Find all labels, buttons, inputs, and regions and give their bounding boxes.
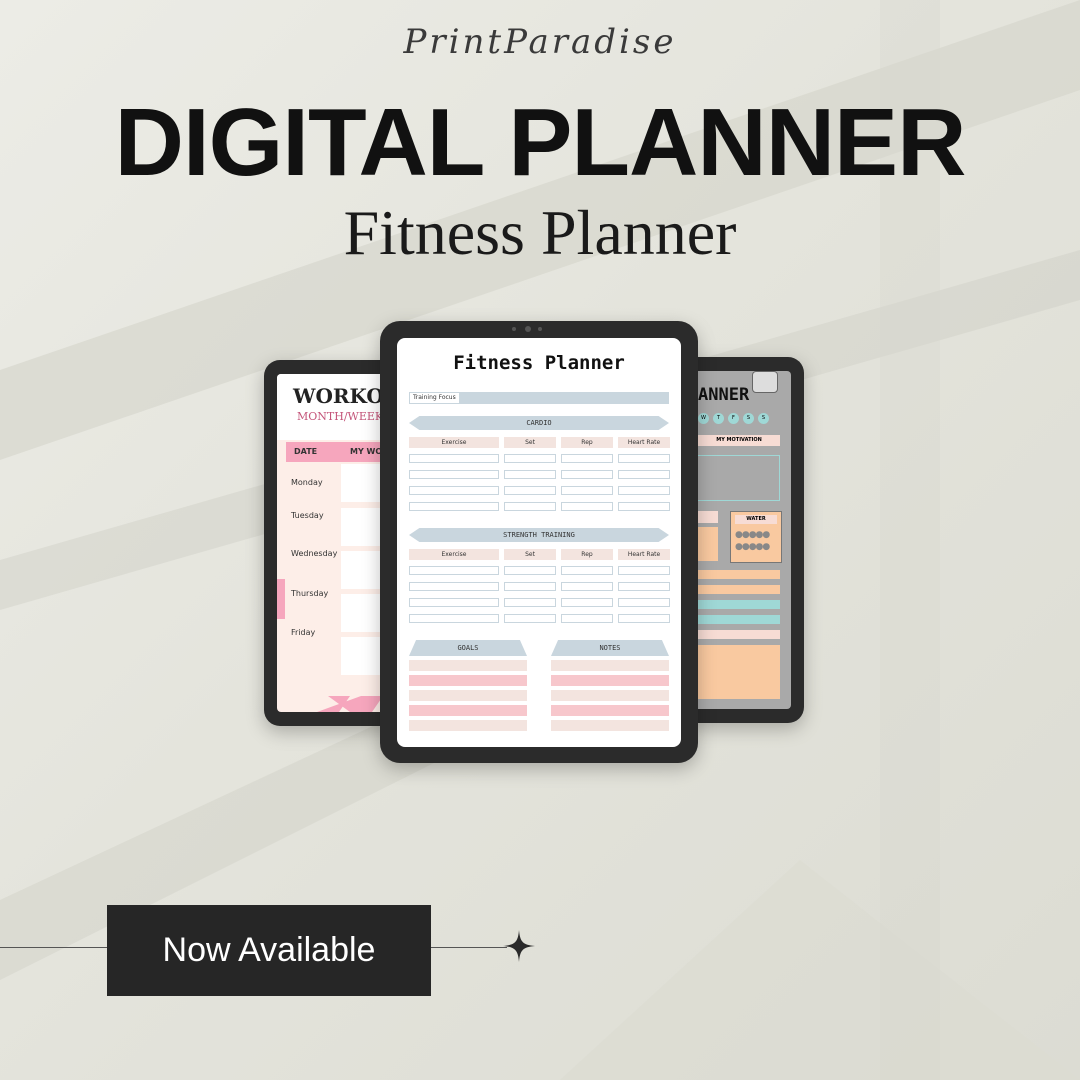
camera-dot xyxy=(538,327,542,331)
day-label: Friday xyxy=(291,628,316,637)
day-label: Thursday xyxy=(291,589,329,598)
goal-line[interactable] xyxy=(551,705,669,716)
goal-line[interactable] xyxy=(551,690,669,701)
water-drops-icon: ●●●●● xyxy=(735,530,770,540)
table-cell[interactable] xyxy=(504,454,556,463)
page-subtitle: Fitness Planner xyxy=(343,197,737,268)
weekday-row: W T F S S xyxy=(698,413,788,425)
table-cell[interactable] xyxy=(409,566,499,575)
table-cell[interactable] xyxy=(409,598,499,607)
col-header: Set xyxy=(504,437,556,448)
table-cell[interactable] xyxy=(504,502,556,511)
col-header: Rep xyxy=(561,549,613,560)
table-cell[interactable] xyxy=(504,582,556,591)
fitness-screen: Fitness Planner Training Focus CARDIO Ex… xyxy=(397,338,681,747)
goal-line[interactable] xyxy=(551,675,669,686)
water-label: WATER xyxy=(735,515,777,524)
col-header: Exercise xyxy=(409,437,499,448)
table-cell[interactable] xyxy=(504,566,556,575)
page-title: DIGITAL PLANNER xyxy=(114,89,967,196)
table-cell[interactable] xyxy=(504,598,556,607)
table-cell[interactable] xyxy=(409,582,499,591)
motivation-label: MY MOTIVATION xyxy=(698,435,780,446)
training-focus-label: Training Focus xyxy=(410,393,459,403)
table-cell[interactable] xyxy=(409,470,499,479)
camera-dot xyxy=(512,327,516,331)
col-header: Heart Rate xyxy=(618,549,670,560)
table-cell[interactable] xyxy=(618,486,670,495)
table-cell[interactable] xyxy=(561,502,613,511)
camera-lens xyxy=(525,326,531,332)
goal-line[interactable] xyxy=(409,660,527,671)
table-cell[interactable] xyxy=(561,486,613,495)
table-cell[interactable] xyxy=(618,454,670,463)
table-cell[interactable] xyxy=(561,470,613,479)
weekday-dot: S xyxy=(758,413,769,424)
col-header: Heart Rate xyxy=(618,437,670,448)
goal-line[interactable] xyxy=(409,720,527,731)
table-cell[interactable] xyxy=(618,598,670,607)
brand-logo: PrintParadise xyxy=(403,22,677,62)
decor-stripe xyxy=(277,579,285,619)
table-cell[interactable] xyxy=(561,582,613,591)
water-tracker: WATER ●●●●● ●●●●● xyxy=(730,511,782,563)
sparkle-icon xyxy=(503,930,535,962)
dumbbell-icon xyxy=(752,371,778,393)
divider-line xyxy=(0,947,107,948)
table-cell[interactable] xyxy=(561,614,613,623)
date-label: DATE xyxy=(294,447,318,456)
table-cell[interactable] xyxy=(618,614,670,623)
water-drops-icon: ●●●●● xyxy=(735,542,770,552)
goals-tag: GOALS xyxy=(409,640,527,656)
table-cell[interactable] xyxy=(618,582,670,591)
notes-tag: NOTES xyxy=(551,640,669,656)
day-label: Tuesday xyxy=(291,511,324,520)
table-cell[interactable] xyxy=(561,454,613,463)
table-cell[interactable] xyxy=(561,598,613,607)
table-cell[interactable] xyxy=(618,470,670,479)
table-cell[interactable] xyxy=(618,566,670,575)
table-cell[interactable] xyxy=(409,614,499,623)
day-label: Monday xyxy=(291,478,323,487)
weekday-dot: S xyxy=(743,413,754,424)
table-cell[interactable] xyxy=(618,502,670,511)
goal-line[interactable] xyxy=(409,705,527,716)
table-cell[interactable] xyxy=(409,486,499,495)
table-cell[interactable] xyxy=(409,502,499,511)
strength-banner: STRENGTH TRAINING xyxy=(409,528,669,542)
weekday-dot: T xyxy=(713,413,724,424)
now-available-button[interactable]: Now Available xyxy=(107,905,431,996)
tablet-planner: ANNER W T F S S MY MOTIVATION WATER ●●●●… xyxy=(680,357,804,723)
goal-line[interactable] xyxy=(551,720,669,731)
goal-line[interactable] xyxy=(409,675,527,686)
weekday-dot: W xyxy=(698,413,709,424)
tablet-fitness-planner: Fitness Planner Training Focus CARDIO Ex… xyxy=(380,321,698,763)
day-label: Wednesday xyxy=(291,549,338,558)
table-cell[interactable] xyxy=(504,470,556,479)
weekday-dot: F xyxy=(728,413,739,424)
fitness-title: Fitness Planner xyxy=(453,352,625,374)
table-cell[interactable] xyxy=(504,486,556,495)
col-header: Set xyxy=(504,549,556,560)
goal-line[interactable] xyxy=(551,660,669,671)
planner-title: ANNER xyxy=(698,385,750,405)
divider-line xyxy=(431,947,507,948)
training-focus-bar: Training Focus xyxy=(409,392,669,404)
col-header: Exercise xyxy=(409,549,499,560)
cardio-banner: CARDIO xyxy=(409,416,669,430)
table-cell[interactable] xyxy=(561,566,613,575)
table-cell[interactable] xyxy=(504,614,556,623)
table-cell[interactable] xyxy=(409,454,499,463)
goal-line[interactable] xyxy=(409,690,527,701)
workout-subtitle: MONTH/WEEK xyxy=(297,410,384,423)
col-header: Rep xyxy=(561,437,613,448)
